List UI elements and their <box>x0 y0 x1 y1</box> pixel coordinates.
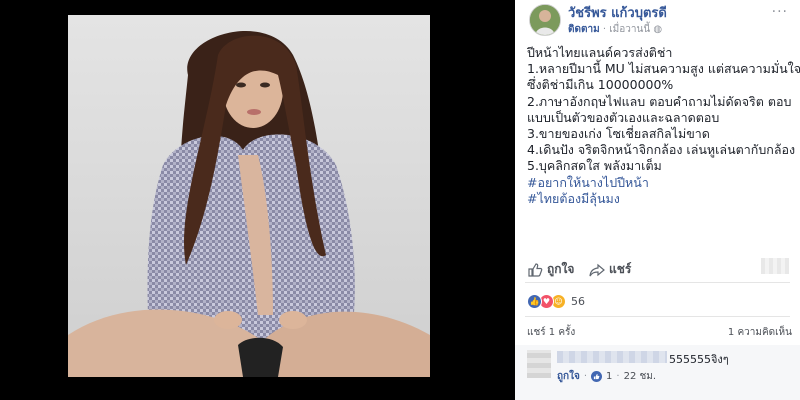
caption-line: 4.เดินปัง จริตจิกหน้าจิกกล้อง เล่นหูเล่น… <box>527 142 796 158</box>
blurred-avatar-thumbnail[interactable] <box>761 258 789 274</box>
author-avatar[interactable] <box>529 4 561 36</box>
caption-line: 2.ภาษาอังกฤษไฟแลบ ตอบคำถามไม่ดัดจริต ตอบ <box>527 93 792 109</box>
share-button[interactable]: แชร์ <box>589 260 631 279</box>
reaction-count: 56 <box>571 294 585 308</box>
share-label: แชร์ <box>609 262 632 276</box>
comment-count[interactable]: 1 ความคิดเห็น <box>728 325 792 340</box>
like-reaction-icon: 👍 <box>527 293 542 309</box>
hashtag-link[interactable]: #อยากให้นางไปปีหน้า <box>527 175 795 191</box>
divider <box>525 316 790 317</box>
photo-area[interactable] <box>0 0 515 400</box>
share-arrow-icon <box>589 263 605 276</box>
globe-icon: ◍ <box>653 24 663 35</box>
avatar-image <box>530 5 560 35</box>
comment-item: 555555จิงๆ ถูกใจ · 1 · 22 ชม. <box>515 345 800 400</box>
thumbs-up-icon <box>528 262 543 277</box>
reactions-summary[interactable]: 👍 ♥ ☺ 56 <box>527 292 585 310</box>
photo-viewer: วัชรีพร แก้วบุตรดี ติดตาม · เมื่อวานนี้ … <box>0 0 800 400</box>
comment-like-link[interactable]: ถูกใจ <box>557 369 580 384</box>
comment-like-count: 1 <box>606 371 613 382</box>
commenter-name-blurred[interactable] <box>557 351 667 363</box>
post-meta: ติดตาม · เมื่อวานนี้ ◍ <box>568 22 662 37</box>
meta-separator: · <box>616 371 620 382</box>
like-label: ถูกใจ <box>547 262 575 276</box>
like-button[interactable]: ถูกใจ <box>527 260 574 279</box>
caption-line: 3.ขายของเก่ง โซเชี่ยลสกิลไม่ขาด <box>527 126 710 142</box>
author-name[interactable]: วัชรีพร แก้วบุตรดี <box>568 2 667 23</box>
post-actions: ถูกใจ แชร์ <box>527 256 789 282</box>
caption-line: แบบเป็นตัวของตัวเองและฉลาดตอบ <box>527 109 720 125</box>
post-side-panel: วัชรีพร แก้วบุตรดี ติดตาม · เมื่อวานนี้ … <box>515 0 800 400</box>
comment-text: 555555จิงๆ <box>669 353 729 366</box>
hashtag-link[interactable]: #ไทยต้องมีลุ้นมง <box>527 191 795 207</box>
share-count[interactable]: แชร์ 1 ครั้ง <box>527 325 575 340</box>
follow-link[interactable]: ติดตาม <box>568 24 600 35</box>
comment-like-icon <box>591 371 603 382</box>
photo-illustration <box>68 15 430 377</box>
post-time[interactable]: เมื่อวานนี้ <box>609 24 650 35</box>
post-caption: ปีหน้าไทยแลนด์ควรส่งติช่า 1.หลายปีมานี้ … <box>527 45 800 207</box>
comment-time[interactable]: 22 ชม. <box>624 369 656 384</box>
caption-line: ซึ่งติช่ามีเกิน 10000000% <box>527 77 674 93</box>
commenter-avatar[interactable] <box>527 350 551 378</box>
caption-line: 1.หลายปีมานี้ MU ไม่สนความสูง แต่สนความม… <box>527 61 800 77</box>
post-photo[interactable] <box>68 15 430 377</box>
thumbs-up-mini-icon <box>593 374 600 380</box>
post-header: วัชรีพร แก้วบุตรดี ติดตาม · เมื่อวานนี้ … <box>515 0 800 46</box>
divider <box>525 282 790 283</box>
meta-separator: · <box>583 371 588 382</box>
more-options-icon[interactable]: ··· <box>772 4 788 20</box>
caption-line: ปีหน้าไทยแลนด์ควรส่งติช่า <box>527 45 673 60</box>
comment-meta: ถูกใจ · 1 · 22 ชม. <box>557 369 656 384</box>
caption-line: 5.บุคลิกสดใส พลังมาเต็ม <box>527 158 662 174</box>
